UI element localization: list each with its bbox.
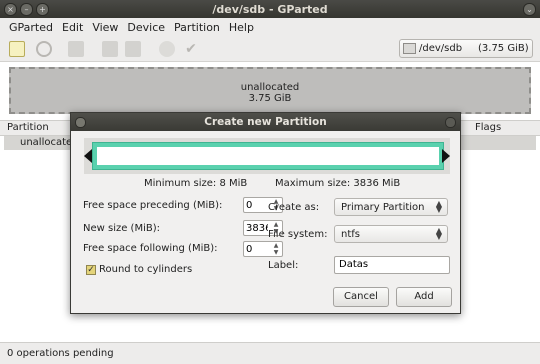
new-size-input[interactable]: [246, 222, 268, 234]
dialog-titlebar: Create new Partition: [71, 113, 460, 131]
window-titlebar: × – + /dev/sdb - GParted ⌄: [0, 0, 540, 18]
file-system-label: File system:: [268, 229, 328, 240]
dialog-title: Create new Partition: [204, 116, 327, 128]
resize-right-handle-icon[interactable]: [442, 149, 450, 163]
partition-size-bar[interactable]: [92, 142, 444, 170]
delete-icon[interactable]: [36, 41, 52, 57]
partition-size-bar-inner: [97, 147, 439, 165]
resize-left-handle-icon[interactable]: [84, 149, 92, 163]
undo-icon[interactable]: [159, 41, 175, 57]
partition-label-field[interactable]: [334, 256, 450, 274]
free-after-stepper[interactable]: ▲ ▼: [243, 241, 283, 257]
copy-icon[interactable]: [102, 41, 118, 57]
resize-icon[interactable]: [68, 41, 84, 57]
add-button[interactable]: Add: [396, 287, 452, 307]
max-size-label: Maximum size: 3836 MiB: [275, 178, 401, 189]
device-label: /dev/sdb: [419, 43, 463, 54]
statusbar: 0 operations pending: [0, 342, 540, 364]
status-text: 0 operations pending: [7, 348, 114, 359]
paste-icon[interactable]: [125, 41, 141, 57]
file-system-value: ntfs: [341, 229, 360, 240]
round-cylinders-checkbox[interactable]: ✓: [86, 265, 96, 275]
menu-gparted[interactable]: GParted: [9, 21, 53, 34]
free-before-input[interactable]: [246, 199, 268, 211]
device-size: (3.75 GiB): [478, 43, 529, 54]
harddisk-icon: [403, 43, 416, 54]
partition-resizer[interactable]: [84, 138, 450, 174]
window-menu-icon[interactable]: ⌄: [523, 3, 536, 16]
window-controls-right: ⌄: [523, 3, 536, 16]
partition-map-label: unallocated: [240, 82, 300, 93]
min-size-label: Minimum size: 8 MiB: [144, 178, 248, 189]
new-icon[interactable]: [9, 41, 25, 57]
menu-edit[interactable]: Edit: [62, 21, 83, 34]
menu-partition[interactable]: Partition: [174, 21, 220, 34]
cancel-button-label: Cancel: [344, 291, 378, 302]
partition-map-size: 3.75 GiB: [248, 93, 292, 104]
new-size-label: New size (MiB):: [83, 223, 160, 234]
free-after-label: Free space following (MiB):: [83, 243, 218, 254]
dialog-maximize-icon[interactable]: [445, 117, 456, 128]
menu-device[interactable]: Device: [127, 21, 165, 34]
apply-icon[interactable]: ✔: [183, 41, 199, 57]
partition-map[interactable]: unallocated 3.75 GiB: [9, 67, 531, 114]
chevron-updown-icon: ▲ ▼: [435, 226, 442, 241]
menu-help[interactable]: Help: [229, 21, 254, 34]
create-as-select[interactable]: Primary Partition ▲ ▼: [334, 198, 448, 216]
chevron-updown-icon: ▲ ▼: [435, 199, 442, 214]
menu-view[interactable]: View: [92, 21, 118, 34]
file-system-select[interactable]: ntfs ▲ ▼: [334, 225, 448, 243]
device-selector[interactable]: /dev/sdb (3.75 GiB): [399, 39, 533, 58]
create-as-value: Primary Partition: [341, 202, 425, 213]
create-as-label: Create as:: [268, 202, 320, 213]
create-partition-dialog: Create new Partition Minimum size: 8 MiB…: [70, 112, 461, 314]
cancel-button[interactable]: Cancel: [333, 287, 389, 307]
round-cylinders-label: Round to cylinders: [99, 264, 193, 275]
partition-label-input[interactable]: [339, 259, 439, 270]
free-after-input[interactable]: [246, 243, 268, 255]
decrement-icon[interactable]: ▼: [272, 250, 280, 256]
add-button-label: Add: [414, 291, 434, 302]
window-title: /dev/sdb - GParted: [212, 3, 328, 16]
column-flags[interactable]: Flags: [475, 122, 501, 133]
partition-label-label: Label:: [268, 260, 299, 271]
free-before-label: Free space preceding (MiB):: [83, 200, 223, 211]
menubar: GParted Edit View Device Partition Help: [0, 18, 540, 37]
column-partition[interactable]: Partition: [7, 122, 49, 133]
